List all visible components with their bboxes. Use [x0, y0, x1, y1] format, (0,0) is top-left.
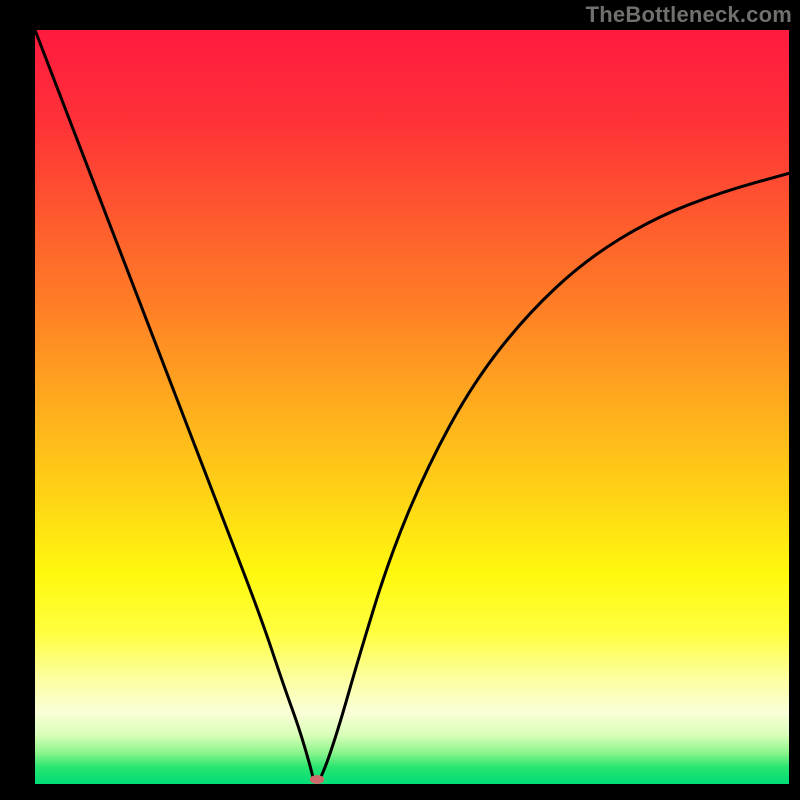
chart-frame: TheBottleneck.com [0, 0, 800, 800]
optimal-marker [310, 775, 324, 784]
plot-background [35, 30, 789, 784]
bottleneck-chart [0, 0, 800, 800]
